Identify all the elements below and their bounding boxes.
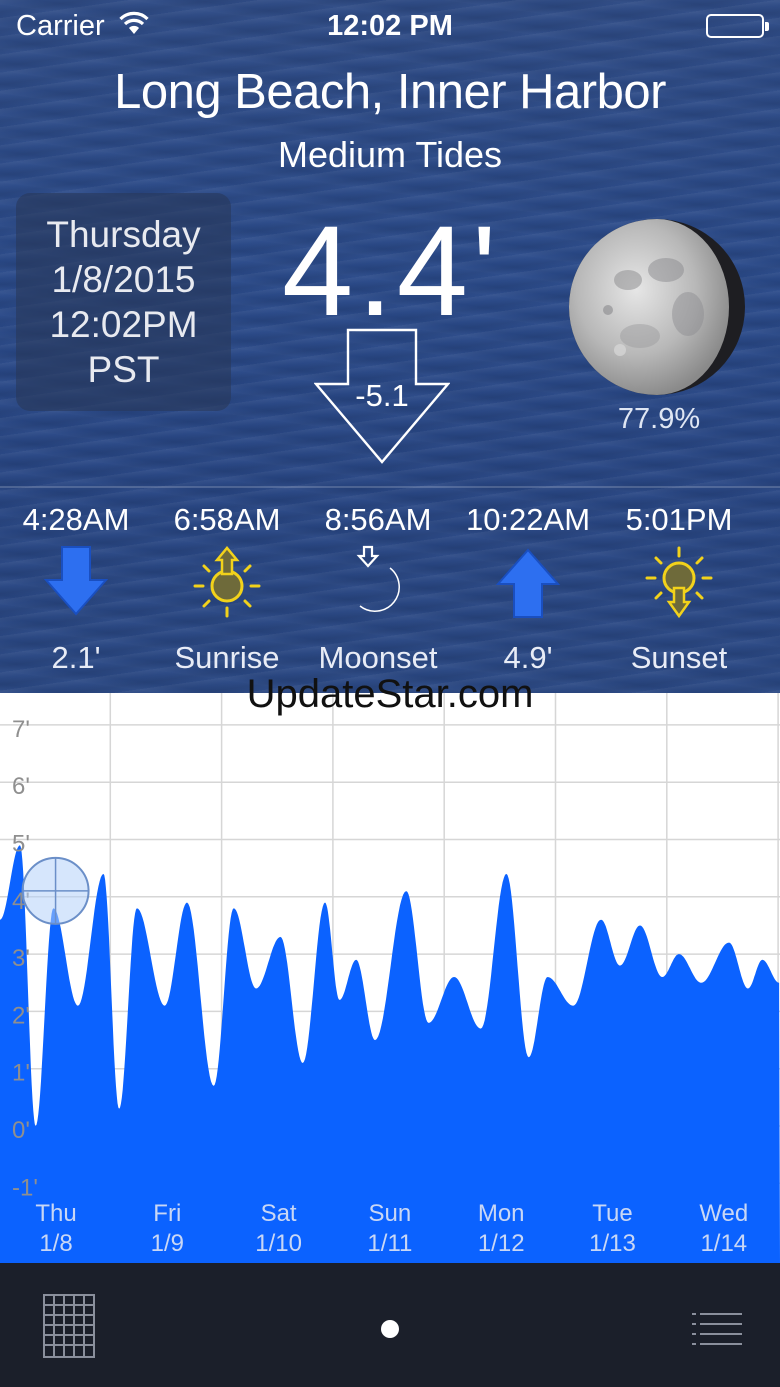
date-timezone: PST (87, 349, 160, 390)
tab-bar (0, 1263, 780, 1387)
x-tick-day: Fri (153, 1200, 181, 1227)
x-tick-date: 1/11 (367, 1230, 412, 1257)
event-label: Sunset (630, 640, 728, 675)
date-date: 1/8/2015 (51, 259, 196, 300)
y-tick-label: 6' (12, 773, 30, 800)
watermark-text: UpdateStar.com (246, 672, 534, 716)
calendar-grid-icon[interactable] (42, 1293, 96, 1364)
x-tick-day: Sun (369, 1200, 412, 1227)
x-tick-day: Thu (35, 1200, 76, 1227)
date-time: 12:02PM (49, 304, 198, 345)
status-bar: Carrier 12:02 PM (0, 0, 780, 54)
list-menu-icon[interactable] (690, 1311, 744, 1352)
battery-icon (706, 14, 769, 38)
low-tide-arrow-icon (38, 544, 114, 620)
x-tick-date: 1/12 (478, 1230, 525, 1257)
high-tide-arrow-icon (490, 544, 566, 620)
tide-events-strip[interactable]: 4:28AM 2.1' 6:58AM Sunrise 8:56AM Moonse… (0, 488, 780, 693)
height-change-value: -5.1 (355, 378, 409, 413)
x-tick-date: 1/8 (39, 1230, 72, 1257)
x-tick-date: 1/13 (589, 1230, 636, 1257)
date-time-box[interactable]: Thursday 1/8/2015 12:02PM PST (16, 193, 231, 411)
tide-type-label: Medium Tides (277, 134, 503, 175)
falling-tide-arrow-icon: -5.1 (313, 328, 451, 464)
sunrise-icon (189, 544, 265, 620)
tide-chart[interactable]: 7' 6' 5' 4' 3' 2' 1' 0' -1' Thu 1/8 Fri 1/9 Sat 1/10 Su… (0, 693, 780, 1263)
x-tick-date: 1/14 (700, 1230, 747, 1257)
tide-header: Carrier 12:02 PM Long Beach, Inner Harbo… (0, 0, 780, 693)
y-tick-label: 7' (12, 716, 30, 743)
moon-illumination: 77.9% (617, 403, 701, 435)
moon-phase-icon[interactable] (568, 218, 746, 396)
y-tick-label: 3' (12, 945, 30, 972)
y-tick-label: -1' (12, 1174, 38, 1201)
x-tick-date: 1/10 (255, 1230, 302, 1257)
status-time: 12:02 PM (327, 10, 453, 42)
y-tick-label: 5' (12, 831, 30, 858)
moonset-icon (340, 544, 416, 620)
x-tick-day: Sat (261, 1200, 297, 1227)
y-tick-label: 1' (12, 1060, 30, 1087)
x-tick-date: 1/9 (151, 1230, 184, 1257)
x-tick-day: Wed (699, 1200, 748, 1227)
current-tide-height: 4.4' (282, 200, 501, 343)
date-day: Thursday (46, 214, 201, 255)
tide-chart-svg[interactable]: 7'6'5'4'3'2'1'0'-1'Thu1/8Fri1/9Sat1/10Su… (0, 693, 780, 1263)
page-indicator-dot[interactable] (381, 1320, 399, 1338)
y-tick-label: 2' (12, 1002, 30, 1029)
sunset-icon (641, 544, 717, 620)
x-tick-day: Tue (592, 1200, 632, 1227)
y-tick-label: 0' (12, 1117, 30, 1144)
location-title[interactable]: Long Beach, Inner Harbor (0, 64, 780, 120)
event-time: 5 (734, 502, 780, 538)
x-tick-day: Mon (478, 1200, 525, 1227)
